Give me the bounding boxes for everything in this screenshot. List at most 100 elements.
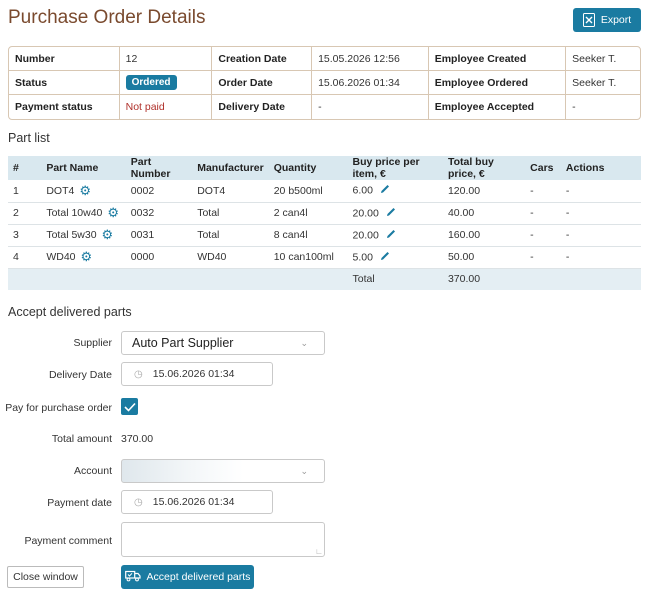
payment-comment-textarea[interactable]: ∟ [121,522,325,557]
clock-icon: ◷ [134,496,143,508]
col-part-name: Part Name [41,156,126,180]
delivery-date-field-label: Delivery Date [48,369,112,381]
employee-ordered-label: Employee Ordered [428,71,567,95]
part-name: WD40 [46,250,76,263]
delivery-date-value: - [312,95,429,119]
total-value: 370.00 [442,268,526,290]
cars: - [525,224,561,247]
info-row-status: Status Ordered Order Date 15.06.2026 01:… [9,71,640,95]
employee-accepted-label: Employee Accepted [429,95,567,119]
payment-date-label: Payment date [47,497,112,509]
actions: - [560,202,641,225]
checkmark-icon [123,402,136,412]
info-row-payment: Payment status Not paid Delivery Date - … [9,95,640,119]
part-name-cell: WD40 ⚙ [41,246,126,269]
accept-delivered-parts-button[interactable]: Accept delivered parts [121,565,254,589]
export-button[interactable]: Export [573,8,641,32]
total-price: 160.00 [442,224,526,247]
status-badge: Ordered [125,75,177,90]
row-num: 3 [8,224,42,247]
col-actions: Actions [560,156,641,180]
delivery-date-input[interactable]: ◷ 15.06.2026 01:34 [121,362,273,386]
gear-icon[interactable]: ⚙ [102,227,114,242]
part-number: 0000 [125,246,193,269]
chevron-down-icon: ⌄ [300,466,308,476]
col-cars: Cars [525,156,561,180]
col-quantity: Quantity [268,156,348,180]
order-date-label: Order Date [212,71,313,95]
supplier-value: Auto Part Supplier [132,336,234,350]
manufacturer: Total [192,202,269,225]
payment-status-value: Not paid [120,95,213,119]
gear-icon[interactable]: ⚙ [79,183,91,198]
total-label: Total [347,268,443,290]
employee-accepted-value: - [572,101,576,113]
actions: - [560,224,641,247]
supplier-select[interactable]: Auto Part Supplier ⌄ [121,331,325,355]
total-amount-value: 370.00 [121,433,154,445]
part-list-table: # Part Name Part Number Manufacturer Qua… [8,156,641,290]
manufacturer: DOT4 [192,180,269,203]
payment-comment-label: Payment comment [24,535,112,547]
truck-check-icon [124,570,141,585]
pay-label: Pay for purchase order [5,402,112,414]
payment-date-input-value: 15.06.2026 01:34 [152,496,235,508]
accept-section-title: Accept delivered parts [8,305,132,319]
part-list-header: # Part Name Part Number Manufacturer Qua… [8,156,641,180]
resize-grip-icon[interactable]: ∟ [315,547,323,556]
quantity: 10 can100ml [268,246,348,269]
delivery-date-label: Delivery Date [212,95,313,119]
pay-checkbox[interactable] [121,398,138,415]
total-price: 40.00 [442,202,526,225]
part-number: 0002 [125,180,193,203]
number-value: 12 [119,47,213,71]
cars: - [525,246,561,269]
total-amount-label: Total amount [51,433,112,445]
employee-created-label: Employee Created [428,47,567,71]
gear-icon[interactable]: ⚙ [107,205,119,220]
price-cell: 20.00 [347,202,443,225]
price: 6.00 [352,184,373,197]
col-manufacturer: Manufacturer [192,156,269,180]
total-price: 50.00 [442,246,526,269]
close-window-button[interactable]: Close window [7,566,84,588]
quantity: 2 can4l [268,202,348,225]
export-label: Export [600,14,632,26]
page-title: Purchase Order Details [8,7,206,28]
price-cell: 5.00 [347,246,443,269]
part-number: 0032 [125,202,193,225]
row-num: 2 [8,202,42,225]
part-list-title: Part list [8,131,50,145]
payment-date-input[interactable]: ◷ 15.06.2026 01:34 [121,490,273,514]
col-part-number: Part Number [125,156,193,180]
actions: - [560,180,641,203]
creation-date-label: Creation Date [212,47,313,71]
order-date-value: 15.06.2026 01:34 [312,71,429,95]
supplier-label: Supplier [73,337,112,349]
pencil-icon[interactable] [385,228,397,243]
pencil-icon[interactable] [379,183,391,198]
status-cell: Ordered [119,71,213,95]
excel-file-icon [582,13,595,27]
account-select[interactable]: ⌄ [121,459,325,483]
total-row: Total 370.00 [8,268,641,290]
pencil-icon[interactable] [385,206,397,221]
quantity: 8 can4l [268,224,348,247]
quantity: 20 b500ml [268,180,348,203]
pencil-icon[interactable] [379,250,391,265]
gear-icon[interactable]: ⚙ [81,249,93,264]
part-name-cell: Total 5w30 ⚙ [41,224,126,247]
col-num: # [8,156,42,180]
price-cell: 6.00 [347,180,443,203]
order-info-table: Number 12 Creation Date 15.05.2026 12:56… [8,46,641,120]
part-name-cell: Total 10w40 ⚙ [41,202,126,225]
part-name: DOT4 [46,184,75,197]
accept-label: Accept delivered parts [146,571,251,583]
account-label: Account [74,465,112,477]
status-label: Status [9,71,120,95]
cars: - [525,180,561,203]
part-name: Total 10w40 [46,206,103,219]
col-total-price: Total buy price, € [442,156,526,180]
row-num: 1 [8,180,42,203]
price: 20.00 [352,206,379,219]
